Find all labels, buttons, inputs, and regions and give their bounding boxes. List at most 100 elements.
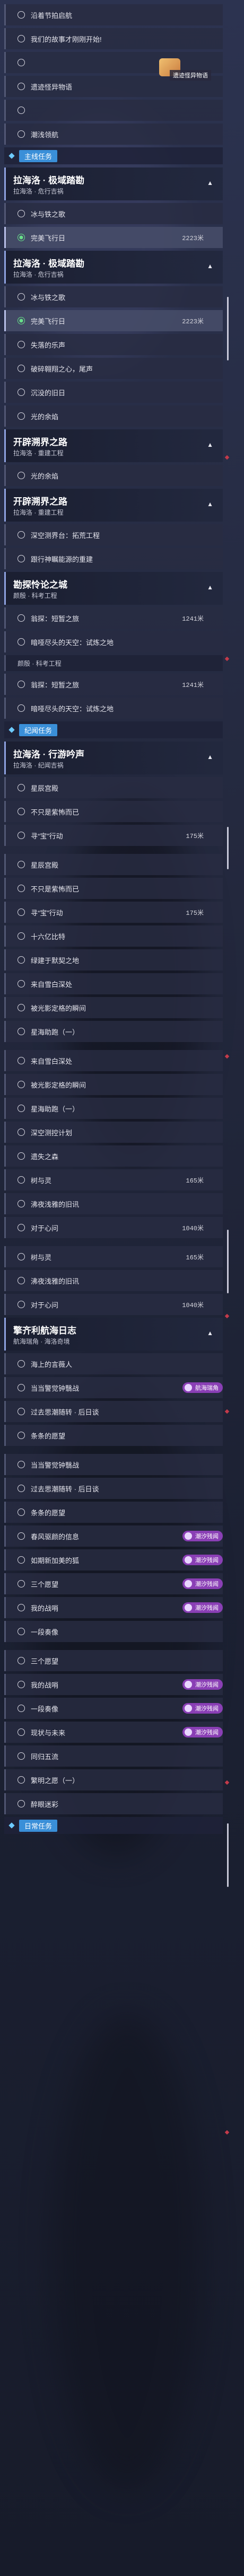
- task-label: 遗失之森: [31, 1152, 59, 1161]
- task-row[interactable]: 一段奏像: [4, 1621, 223, 1642]
- task-row[interactable]: 冰与铁之歌: [4, 286, 223, 307]
- task-row[interactable]: 星辰宫殿: [4, 854, 223, 875]
- task-row[interactable]: 不只是紫怖而已: [4, 801, 223, 822]
- task-row[interactable]: 树与灵 165米: [4, 1169, 223, 1190]
- chevron-up-icon[interactable]: ▲: [207, 441, 213, 448]
- quest-group-subtitle: 航海瑞角 · 海洛奇境: [13, 1338, 70, 1345]
- task-row[interactable]: 暗哑尽头的天空：试炼之地: [4, 631, 223, 652]
- task-row[interactable]: 当当警觉钟翳战: [4, 1454, 223, 1475]
- task-row[interactable]: 过去思潮随转 · 后日谈: [4, 1401, 223, 1422]
- chevron-up-icon[interactable]: ▲: [207, 179, 213, 187]
- task-status-icon: [18, 784, 25, 791]
- task-row[interactable]: [4, 100, 223, 121]
- task-row[interactable]: 沿着节拍启航: [4, 4, 223, 25]
- quest-group-title: 擎齐利航海日志: [13, 1326, 76, 1336]
- task-row[interactable]: 被光影定格的瞬间: [4, 997, 223, 1018]
- task-row[interactable]: 完美飞行日 2223米: [4, 310, 223, 331]
- quest-group-header[interactable]: 擎齐利航海日志 航海瑞角 · 海洛奇境 ▲: [4, 1318, 223, 1351]
- task-row[interactable]: 被光影定格的瞬间: [4, 1074, 223, 1095]
- task-status-icon: [18, 956, 25, 964]
- task-row[interactable]: 沸夜浅雅的旧讯: [4, 1270, 223, 1291]
- task-label: 冰与铁之歌: [31, 210, 66, 218]
- task-row[interactable]: 沉没的旧日: [4, 382, 223, 403]
- task-row[interactable]: 繁明之愿（一）: [4, 1769, 223, 1790]
- task-row[interactable]: 跟行神瞩能源的重建: [4, 548, 223, 569]
- task-row[interactable]: 海上的言薇人: [4, 1353, 223, 1374]
- quest-group-title: 拉海洛 · 行游吟声: [13, 749, 85, 760]
- task-row[interactable]: 来自雪白深处: [4, 973, 223, 994]
- task-row[interactable]: 条条的愿望: [4, 1502, 223, 1523]
- task-row[interactable]: 现状与未来 潮汐残闻: [4, 1722, 223, 1743]
- chevron-up-icon[interactable]: ▲: [207, 500, 213, 508]
- task-row[interactable]: 如期新加美的狐 潮汐残闻: [4, 1549, 223, 1571]
- task-row[interactable]: 沸夜浅雅的旧讯: [4, 1193, 223, 1214]
- task-row[interactable]: 遗失之森: [4, 1145, 223, 1167]
- task-row[interactable]: 暗哑尽头的天空：试炼之地: [4, 698, 223, 719]
- task-row[interactable]: 星辰宫殿: [4, 777, 223, 798]
- task-row[interactable]: 对于心问 1040米: [4, 1294, 223, 1315]
- task-row[interactable]: 破碎翱翔之心，尾声: [4, 358, 223, 379]
- task-status-icon: [18, 35, 25, 42]
- task-row[interactable]: 我的战哨 潮汐残闻: [4, 1597, 223, 1618]
- task-row[interactable]: 十六亿比特: [4, 925, 223, 947]
- quest-group-title: 开辟溯界之路: [13, 497, 67, 507]
- diamond-icon: [8, 153, 15, 159]
- task-row[interactable]: 绿建于默契之地: [4, 949, 223, 971]
- task-level: 1040米: [182, 1224, 204, 1232]
- task-row[interactable]: 失落的乐声: [4, 334, 223, 355]
- task-row[interactable]: 完美飞行日 2223米: [4, 227, 223, 248]
- task-row[interactable]: 我们的故事才刚刚开始!: [4, 28, 223, 49]
- task-row[interactable]: 光的余焰: [4, 405, 223, 427]
- quest-group-header[interactable]: 开辟溯界之路 拉海洛 · 重建工程 ▲: [4, 429, 223, 462]
- task-row[interactable]: 对于心问 1040米: [4, 1217, 223, 1238]
- section-header-story[interactable]: 纪闻任务: [4, 721, 223, 738]
- task-row[interactable]: 光的余焰: [4, 465, 223, 486]
- quest-group-header[interactable]: 开辟溯界之路 拉海洛 · 重建工程 ▲: [4, 489, 223, 522]
- task-level: 1040米: [182, 1301, 204, 1309]
- task-row[interactable]: 寻“宝”行动 175米: [4, 825, 223, 846]
- chevron-up-icon[interactable]: ▲: [207, 584, 213, 591]
- task-label: 条条的愿望: [31, 1432, 66, 1440]
- task-row[interactable]: 我的战哨 潮汐残闻: [4, 1674, 223, 1695]
- task-row[interactable]: 冰与铁之歌: [4, 203, 223, 224]
- task-row[interactable]: 同归五流: [4, 1745, 223, 1767]
- scrollbar-thumb[interactable]: [227, 827, 229, 869]
- task-row[interactable]: 不只是紫怖而已: [4, 878, 223, 899]
- task-row[interactable]: 星海助跑（一）: [4, 1021, 223, 1042]
- task-row[interactable]: 深空测界台：拓荒工程: [4, 524, 223, 545]
- chevron-up-icon[interactable]: ▲: [207, 262, 213, 270]
- scrollbar-thumb[interactable]: [227, 297, 229, 360]
- task-row[interactable]: 寻“宝”行动 175米: [4, 902, 223, 923]
- quest-group-header[interactable]: 拉海洛 · 极域踏勘 拉海洛 · 危行吉祸 ▲: [4, 167, 223, 200]
- task-row[interactable]: 三个愿望: [4, 1650, 223, 1671]
- task-row[interactable]: 树与灵 165米: [4, 1246, 223, 1267]
- task-row[interactable]: 当当警觉钟翳战 航海瑞角: [4, 1377, 223, 1398]
- section-header-main[interactable]: 主线任务: [4, 147, 223, 164]
- task-status-icon: [18, 107, 25, 114]
- section-header-daily[interactable]: 日常任务: [4, 1817, 223, 1834]
- chevron-up-icon[interactable]: ▲: [207, 1329, 213, 1337]
- task-status-icon: [18, 1604, 25, 1611]
- task-row[interactable]: 潮浅领航: [4, 123, 223, 145]
- scrollbar-thumb[interactable]: [227, 1823, 229, 1887]
- task-status-icon: [18, 293, 25, 301]
- task-row[interactable]: 翁探：短暂之旅 1241米: [4, 674, 223, 695]
- task-row[interactable]: 条条的愿望: [4, 1425, 223, 1446]
- task-row[interactable]: 过去思潮随转 · 后日谈: [4, 1478, 223, 1499]
- task-row[interactable]: 星海助跑（一）: [4, 1098, 223, 1119]
- task-row[interactable]: 醉眼迷彩: [4, 1793, 223, 1814]
- task-row[interactable]: 三个愿望 潮汐残闻: [4, 1573, 223, 1594]
- task-row[interactable]: 春风驱颜的信息 潮汐残闻: [4, 1525, 223, 1547]
- quest-group-header[interactable]: 勘探怜论之城 颜殷 · 科考工程 ▲: [4, 572, 223, 605]
- task-label: 海上的言薇人: [31, 1360, 73, 1369]
- quest-group-header[interactable]: 拉海洛 · 极域踏勘 拉海洛 · 危行吉祸 ▲: [4, 251, 223, 284]
- task-row[interactable]: 来自雪白深处: [4, 1050, 223, 1071]
- task-row[interactable]: 翁探：短暂之旅 1241米: [4, 607, 223, 629]
- task-row[interactable]: 深空测控计划: [4, 1122, 223, 1143]
- task-row[interactable]: 一段奏像 潮汐残闻: [4, 1698, 223, 1719]
- chevron-up-icon[interactable]: ▲: [207, 753, 213, 761]
- quest-group-header[interactable]: 拉海洛 · 行游吟声 拉海洛 · 纪闻吉祸 ▲: [4, 742, 223, 774]
- task-status-icon: [18, 531, 25, 539]
- lantern-notification[interactable]: 遗迹怪异物语: [159, 58, 223, 82]
- scrollbar-thumb[interactable]: [227, 1230, 229, 1293]
